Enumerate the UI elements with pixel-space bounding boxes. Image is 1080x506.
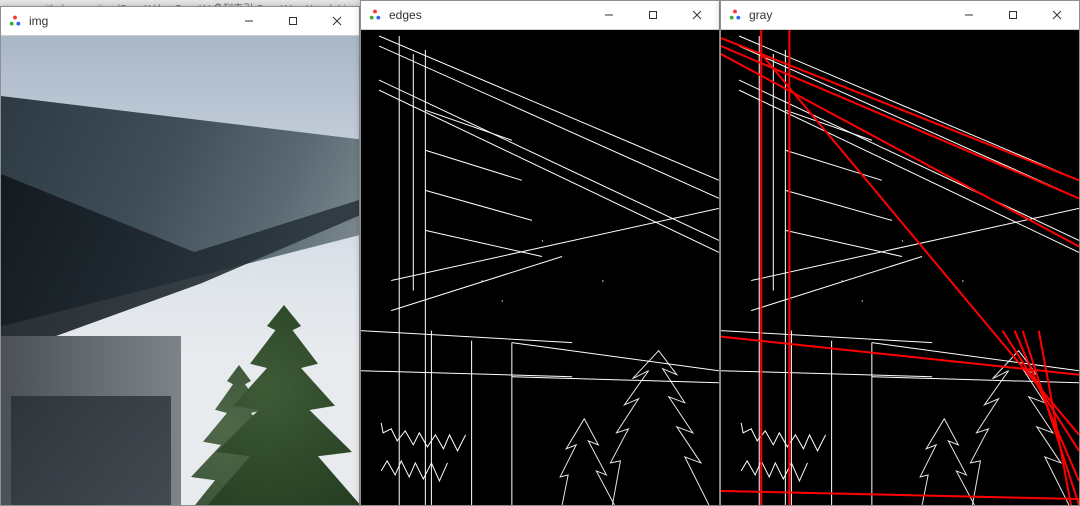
maximize-icon: [648, 10, 658, 20]
hough-line: [1023, 331, 1079, 505]
canny-edges-drawing: [361, 30, 719, 505]
opencv-icon: [7, 13, 23, 29]
close-button[interactable]: [675, 1, 719, 29]
desktop: github_repository/OpenLV-k... OpenLV 多列索…: [0, 0, 1080, 506]
opencv-icon: [727, 7, 743, 23]
minimize-icon: [964, 10, 974, 20]
maximize-button[interactable]: [991, 1, 1035, 29]
close-button[interactable]: [1035, 1, 1079, 29]
hough-line: [1039, 331, 1071, 505]
window-title: img: [29, 14, 48, 28]
maximize-button[interactable]: [631, 1, 675, 29]
maximize-icon: [1008, 10, 1018, 20]
minimize-button[interactable]: [227, 7, 271, 35]
maximize-icon: [288, 16, 298, 26]
window-title: gray: [749, 8, 772, 22]
hough-line: [721, 54, 1079, 246]
window-img[interactable]: img: [0, 6, 360, 506]
titlebar-img[interactable]: img: [1, 7, 359, 36]
window-title: edges: [389, 8, 422, 22]
close-button[interactable]: [315, 7, 359, 35]
close-icon: [1052, 10, 1062, 20]
window-gray[interactable]: gray: [720, 0, 1080, 506]
hough-line: [721, 491, 1079, 499]
hough-line: [721, 38, 1079, 180]
image-viewport-img: [1, 36, 359, 505]
image-viewport-gray: [721, 30, 1079, 505]
titlebar-gray[interactable]: gray: [721, 1, 1079, 30]
minimize-icon: [604, 10, 614, 20]
opencv-icon: [367, 7, 383, 23]
image-viewport-edges: [361, 30, 719, 505]
building-window-glass: [11, 396, 171, 505]
minimize-button[interactable]: [947, 1, 991, 29]
maximize-button[interactable]: [271, 7, 315, 35]
hough-lines-overlay: [721, 30, 1079, 505]
minimize-button[interactable]: [587, 1, 631, 29]
minimize-icon: [244, 16, 254, 26]
titlebar-edges[interactable]: edges: [361, 1, 719, 30]
close-icon: [332, 16, 342, 26]
close-icon: [692, 10, 702, 20]
photo-building: [1, 36, 359, 505]
window-edges[interactable]: edges: [360, 0, 720, 506]
